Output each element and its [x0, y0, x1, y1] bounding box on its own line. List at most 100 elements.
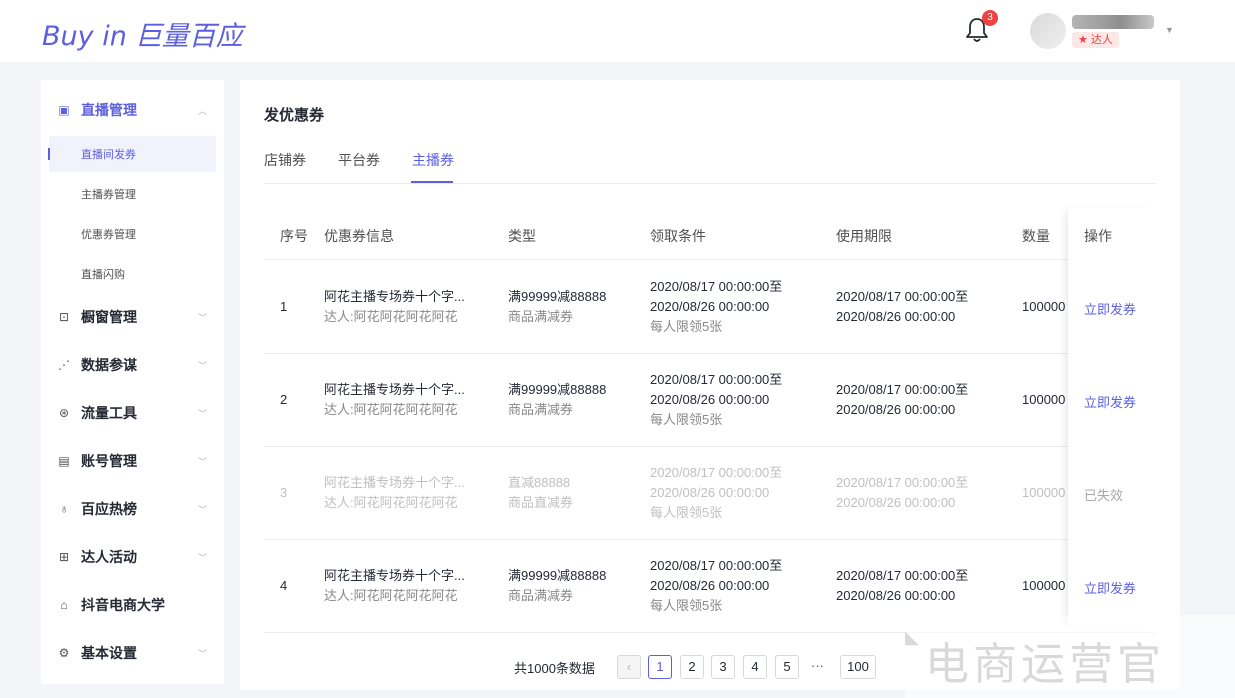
hot-icon: ♁: [59, 502, 69, 516]
sidebar-subitem-label: 直播闪购: [81, 269, 125, 281]
sidebar-subitem-coupon-manage[interactable]: 优惠券管理: [49, 216, 216, 252]
account-icon: ▤: [58, 454, 70, 468]
operation-column: 操作 立即发券 立即发券 已失效 立即发券: [1068, 208, 1158, 628]
coupon-type-value: 满99999减88888: [508, 568, 607, 583]
row-index: 3: [280, 485, 288, 500]
watermark-icon: ◣: [905, 627, 919, 647]
sidebar-item-university[interactable]: ⌂ 抖音电商大学: [41, 585, 224, 625]
app-logo[interactable]: Buy in 巨量百应: [42, 14, 243, 53]
valid-period: 2020/08/17 00:00:00至 2020/08/26 00:00:00: [836, 380, 968, 420]
sidebar: ▣ 直播管理 ︿ 直播间发券 主播券管理 优惠券管理 直播闪购 ⊡ 橱窗管理 ﹀…: [41, 80, 224, 684]
table-row: 2 阿花主播专场券十个字... 达人:阿花阿花阿花阿花 满99999减88888…: [264, 354, 1156, 447]
sidebar-item-activity[interactable]: ⊞ 达人活动 ﹀: [41, 537, 224, 577]
period-start: 2020/08/17 00:00:00至: [836, 568, 969, 583]
sidebar-item-label: 基本设置: [81, 645, 137, 661]
avatar[interactable]: [1030, 13, 1066, 49]
window-icon: ⊡: [58, 310, 70, 324]
issue-coupon-button[interactable]: 立即发券: [1084, 299, 1136, 318]
column-header: 使用期限: [836, 228, 892, 244]
coupon-type-value: 满99999减88888: [508, 382, 607, 397]
sidebar-item-account[interactable]: ▤ 账号管理 ﹀: [41, 441, 224, 481]
graduation-icon: ⌂: [60, 598, 68, 612]
settings-icon: ⚙: [58, 646, 70, 660]
chevron-down-icon[interactable]: ▼: [1165, 25, 1174, 35]
page-button[interactable]: 4: [743, 655, 767, 679]
tab-bar: 店铺券 平台券 主播券: [264, 148, 1156, 184]
table-header: 序号 优惠券信息 类型 领取条件 使用期限 数量: [264, 210, 1156, 260]
chevron-down-icon: ﹀: [198, 552, 208, 563]
valid-period: 2020/08/17 00:00:00至 2020/08/26 00:00:00: [836, 287, 968, 327]
table-row: 1 阿花主播专场券十个字... 达人:阿花阿花阿花阿花 满99999减88888…: [264, 261, 1156, 354]
period-end: 2020/08/26 00:00:00: [836, 495, 956, 510]
sidebar-subitem-anchor-coupon[interactable]: 主播券管理: [49, 176, 216, 212]
tab-platform-coupon[interactable]: 平台券: [338, 150, 380, 170]
page-button[interactable]: 5: [775, 655, 799, 679]
coupon-info: 阿花主播专场券十个字... 达人:阿花阿花阿花阿花: [324, 287, 465, 327]
expired-label: 已失效: [1084, 488, 1124, 503]
traffic-icon: ⊛: [58, 406, 70, 420]
period-start: 2020/08/17 00:00:00至: [836, 382, 969, 397]
row-index: 1: [280, 299, 288, 314]
tab-store-coupon[interactable]: 店铺券: [264, 150, 306, 170]
claim-start: 2020/08/17 00:00:00至: [650, 372, 783, 387]
page-button-last[interactable]: 100: [840, 655, 876, 679]
period-end: 2020/08/26 00:00:00: [836, 309, 956, 324]
page-button[interactable]: 2: [680, 655, 704, 679]
sidebar-subitem-flash-sale[interactable]: 直播闪购: [49, 256, 216, 292]
sidebar-item-label: 百应热榜: [81, 501, 137, 517]
coupon-name: 阿花主播专场券十个字...: [324, 568, 465, 583]
coupon-info: 阿花主播专场券十个字... 达人:阿花阿花阿花阿花: [324, 473, 465, 513]
tab-anchor-coupon[interactable]: 主播券: [412, 150, 454, 170]
sidebar-item-live[interactable]: ▣ 直播管理 ︿: [41, 90, 224, 130]
issue-coupon-button[interactable]: 立即发券: [1084, 578, 1136, 597]
logo-en: Buy in: [42, 21, 127, 52]
claim-limit: 每人限领5张: [650, 505, 723, 520]
sidebar-subitem-label: 主播券管理: [81, 189, 136, 201]
claim-limit: 每人限领5张: [650, 598, 723, 613]
page-button[interactable]: 3: [711, 655, 735, 679]
chevron-down-icon: ﹀: [198, 408, 208, 419]
coupon-type: 直减88888 商品直减券: [508, 473, 573, 513]
sidebar-item-label: 直播管理: [81, 102, 137, 118]
chart-icon: ⋰: [58, 358, 70, 372]
coupon-type-sub: 商品满减券: [508, 309, 574, 324]
role-badge: ★ 达人: [1072, 32, 1119, 48]
sidebar-item-hot[interactable]: ♁ 百应热榜 ﹀: [41, 489, 224, 529]
sidebar-item-label: 账号管理: [81, 453, 137, 469]
coupon-type: 满99999减88888 商品满减券: [508, 380, 606, 420]
column-header: 优惠券信息: [324, 228, 394, 244]
sidebar-subitem-live-coupon[interactable]: 直播间发券: [49, 136, 216, 172]
coupon-type: 满99999减88888 商品满减券: [508, 287, 606, 327]
claim-limit: 每人限领5张: [650, 319, 723, 334]
column-header: 领取条件: [650, 228, 706, 244]
claim-end: 2020/08/26 00:00:00: [650, 299, 770, 314]
main-panel: 发优惠券 店铺券 平台券 主播券 序号 优惠券信息 类型 领取条件 使用期限 数…: [240, 80, 1180, 690]
coupon-type-sub: 商品直减券: [508, 495, 574, 510]
issue-coupon-button[interactable]: 立即发券: [1084, 392, 1136, 411]
watermark-text: 电商运营官: [925, 639, 1165, 690]
sidebar-item-settings[interactable]: ⚙ 基本设置 ﹀: [41, 633, 224, 673]
sidebar-item-label: 达人活动: [81, 549, 137, 565]
row-index: 2: [280, 392, 288, 407]
column-header: 序号: [280, 228, 308, 244]
sidebar-item-label: 数据参谋: [81, 357, 137, 373]
sidebar-item-data[interactable]: ⋰ 数据参谋 ﹀: [41, 345, 224, 385]
coupon-owner: 达人:阿花阿花阿花阿花: [324, 495, 458, 510]
page-button[interactable]: 1: [648, 655, 672, 679]
valid-period: 2020/08/17 00:00:00至 2020/08/26 00:00:00: [836, 566, 968, 606]
claim-condition: 2020/08/17 00:00:00至 2020/08/26 00:00:00…: [650, 277, 782, 337]
claim-condition: 2020/08/17 00:00:00至 2020/08/26 00:00:00…: [650, 370, 782, 430]
sidebar-item-window[interactable]: ⊡ 橱窗管理 ﹀: [41, 297, 224, 337]
coupon-type-value: 满99999减88888: [508, 289, 607, 304]
sidebar-item-traffic[interactable]: ⊛ 流量工具 ﹀: [41, 393, 224, 433]
coupon-type-value: 直减88888: [508, 475, 571, 490]
pagination-ellipsis: ···: [811, 658, 824, 673]
chevron-down-icon: ﹀: [198, 360, 208, 371]
claim-end: 2020/08/26 00:00:00: [650, 392, 770, 407]
prev-page-icon[interactable]: ‹: [617, 655, 641, 679]
claim-end: 2020/08/26 00:00:00: [650, 578, 770, 593]
coupon-info: 阿花主播专场券十个字... 达人:阿花阿花阿花阿花: [324, 566, 465, 606]
coupon-owner: 达人:阿花阿花阿花阿花: [324, 309, 458, 324]
notification-badge: 3: [982, 10, 998, 26]
pagination-total: 共1000条数据: [514, 661, 595, 676]
